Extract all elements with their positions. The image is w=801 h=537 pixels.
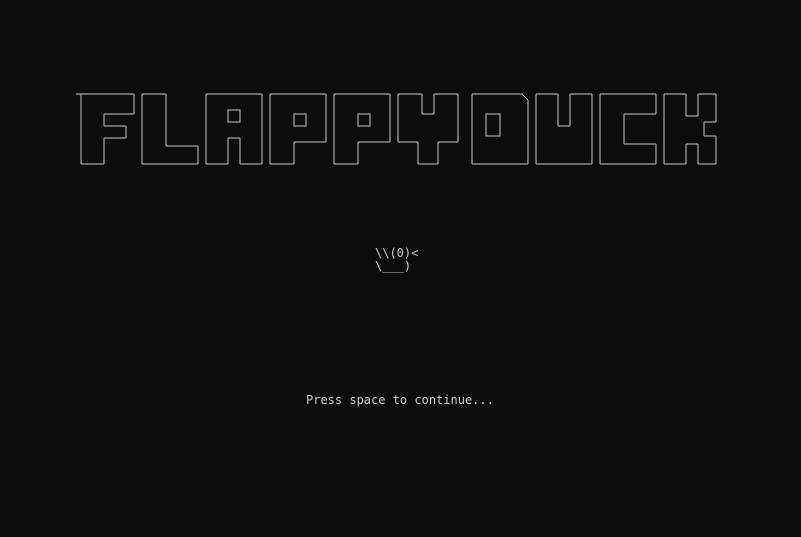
title-letter-a bbox=[205, 93, 263, 165]
terminal-screen: \\(0)< \___) Press space to continue... bbox=[0, 0, 801, 537]
title-letter-y bbox=[397, 93, 459, 165]
title-letter-l bbox=[141, 93, 199, 165]
duck-sprite: \\(0)< \___) bbox=[375, 246, 419, 273]
title-letter-k bbox=[663, 93, 717, 165]
title-logo bbox=[76, 86, 721, 170]
title-letter-f bbox=[76, 93, 135, 165]
title-letter-p bbox=[269, 93, 327, 165]
title-letter-p2 bbox=[333, 93, 391, 165]
title-letter-d bbox=[471, 93, 529, 165]
title-letter-u bbox=[535, 93, 593, 165]
title-letter-c bbox=[599, 93, 657, 165]
continue-prompt: Press space to continue... bbox=[306, 393, 494, 407]
title-logo-svg bbox=[76, 93, 717, 165]
